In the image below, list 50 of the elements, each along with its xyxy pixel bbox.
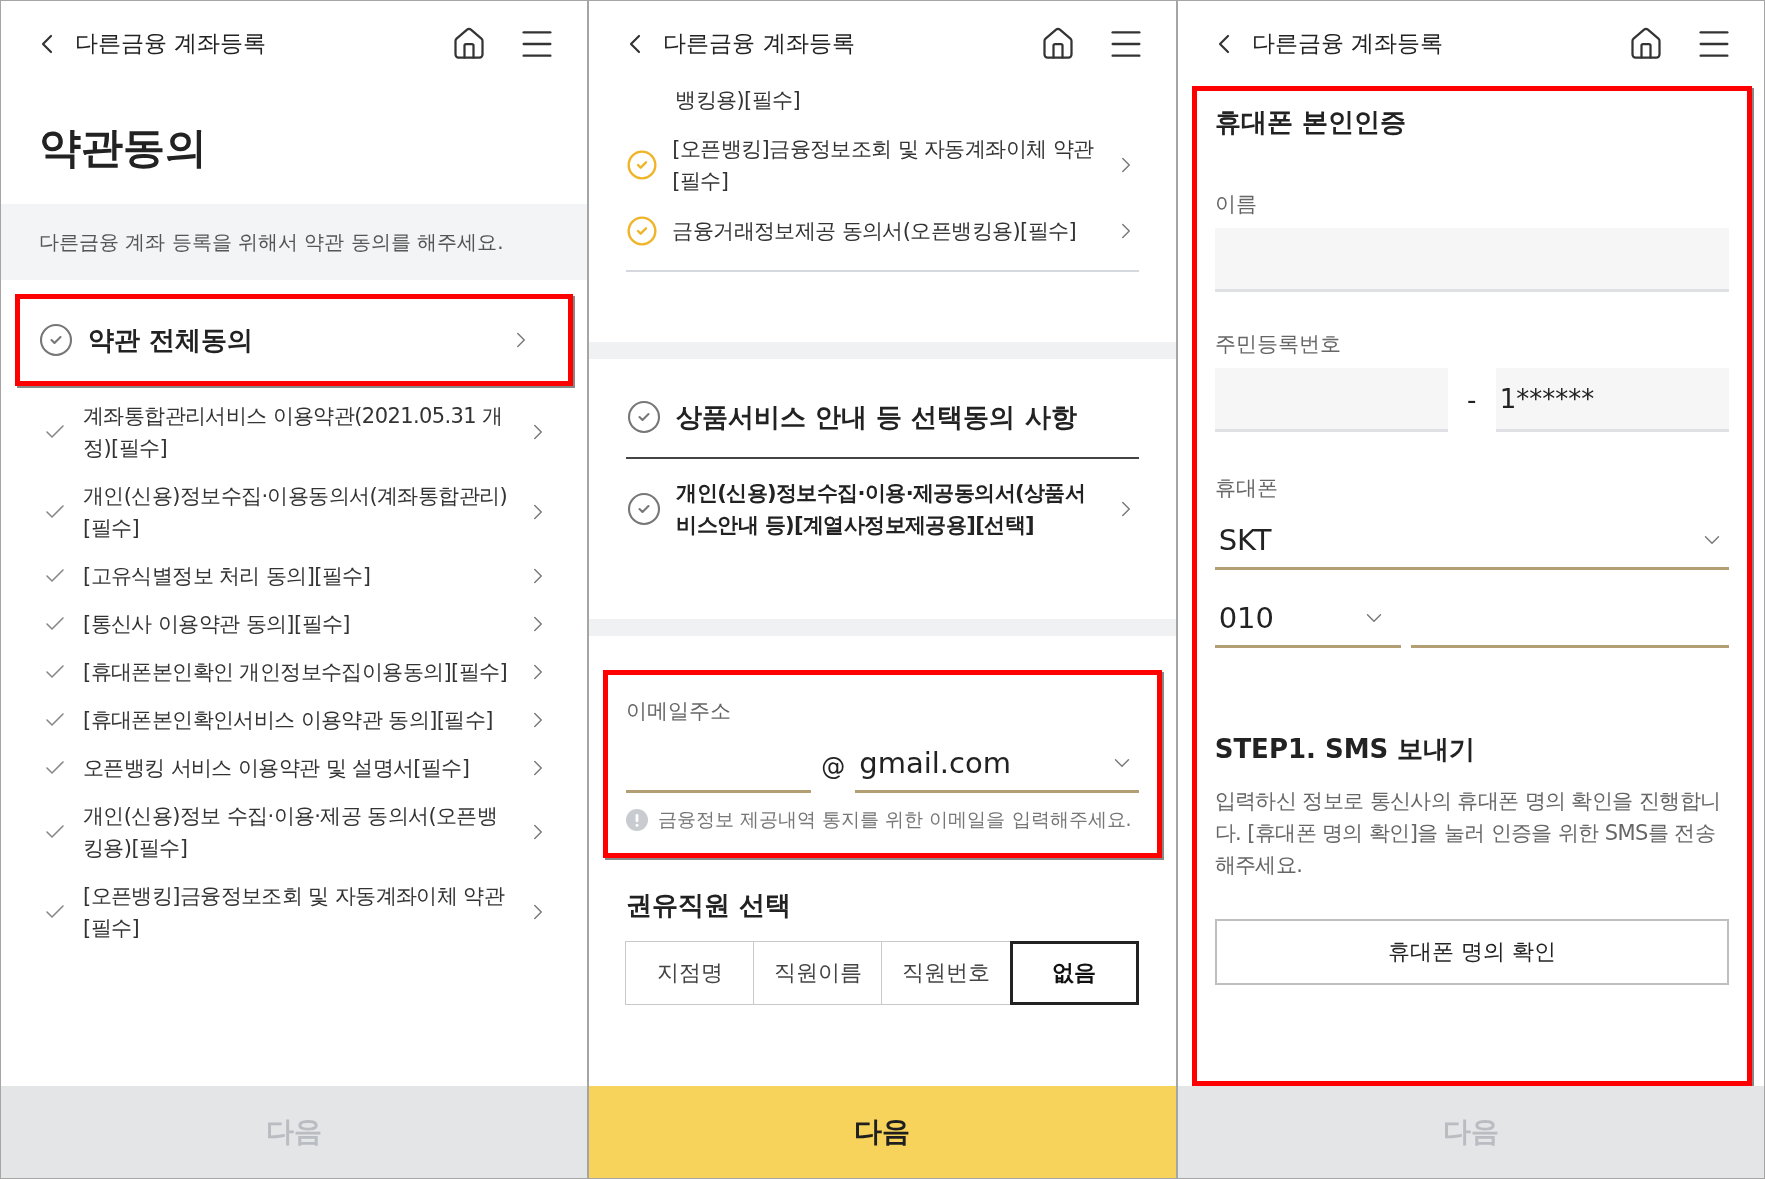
segment-button[interactable]: 직원번호 <box>881 941 1011 1005</box>
name-field[interactable] <box>1214 228 1729 292</box>
terms-item[interactable]: [고유식별정보 처리 동의][필수] <box>83 560 510 592</box>
next-button[interactable]: 다음 <box>589 1086 1176 1178</box>
prefix-select[interactable]: 010 <box>1214 590 1401 648</box>
agree-all-label[interactable]: 약관 전체동의 <box>88 322 495 358</box>
at-sign: @ <box>821 753 846 783</box>
info-icon <box>626 809 649 831</box>
segment-button[interactable]: 없음 <box>1009 941 1139 1005</box>
step-text: 입력하신 정보로 통신사의 휴대폰 명의 확인을 진행합니다. [휴대폰 명의 확인]을 눌러 인증을 위한 SMS를 전송해주세요. <box>1214 788 1722 879</box>
check-circle-icon[interactable] <box>626 149 659 181</box>
terms-item[interactable]: 개인(신용)정보수집·이용동의서(계좌통합관리)[필수] <box>83 480 510 544</box>
terms-item[interactable]: 뱅킹용)[필수] <box>589 86 1176 114</box>
segment-button[interactable]: 지점명 <box>625 941 755 1005</box>
notice-text: 다른금융 계좌 등록을 위해서 약관 동의를 해주세요. <box>1 204 588 280</box>
terms-item[interactable]: [오픈뱅킹]금융정보조회 및 자동계좌이체 약관[필수] <box>672 133 1099 197</box>
field-label: 휴대폰 <box>1214 475 1279 502</box>
terms-item[interactable]: [통신사 이용약관 동의][필수] <box>83 608 510 640</box>
hint-text: 금융정보 제공내역 통지를 위한 이메일을 입력해주세요. <box>658 807 1132 832</box>
header-title: 다른금융 계좌등록 <box>663 29 856 58</box>
section-title: 권유직원 선택 <box>626 889 793 922</box>
group-heading[interactable]: 상품서비스 안내 등 선택동의 사항 <box>676 399 1077 435</box>
dash: - <box>1466 385 1478 415</box>
header-title: 다른금융 계좌등록 <box>75 29 268 58</box>
field-label: 이메일주소 <box>626 698 733 725</box>
terms-item[interactable]: 금융거래정보제공 동의서(오픈뱅킹용)[필수] <box>672 215 1099 247</box>
id-back-field[interactable]: 1****** <box>1495 368 1729 432</box>
terms-item[interactable]: 개인(신용)정보 수집·이용·제공 동의서(오픈뱅킹용)[필수] <box>83 800 510 864</box>
verify-button[interactable]: 휴대폰 명의 확인 <box>1214 919 1729 985</box>
check-circle-icon[interactable] <box>626 399 663 435</box>
home-icon[interactable] <box>1628 25 1664 62</box>
form-title: 휴대폰 본인인증 <box>1214 106 1407 139</box>
header-title: 다른금융 계좌등록 <box>1251 29 1444 58</box>
terms-item[interactable]: 계좌통합관리서비스 이용약관(2021.05.31 개정)[필수] <box>83 400 510 464</box>
terms-item[interactable]: [휴대폰본인확인서비스 이용약관 동의][필수] <box>83 704 510 736</box>
terms-item[interactable]: [휴대폰본인확인 개인정보수집이용동의][필수] <box>83 656 510 688</box>
page-title: 약관동의 <box>38 122 208 174</box>
terms-item[interactable]: 개인(신용)정보수집·이용·제공동의서(상품서비스안내 등)[계열사정보제공용][선택] <box>676 477 1099 541</box>
id-front-field[interactable] <box>1214 368 1448 432</box>
field-label: 주민등록번호 <box>1214 331 1342 358</box>
segment-button[interactable]: 직원이름 <box>753 941 883 1005</box>
check-circle-icon[interactable] <box>626 215 659 247</box>
check-circle-icon[interactable] <box>626 491 663 527</box>
step-title: STEP1. SMS 보내기 <box>1214 733 1477 766</box>
check-circle-icon[interactable] <box>38 322 74 358</box>
carrier-select[interactable]: SKT <box>1214 512 1729 570</box>
field-label: 이름 <box>1214 191 1258 218</box>
domain-select[interactable]: gmail.com <box>855 735 1139 793</box>
terms-item[interactable]: [오픈뱅킹]금융정보조회 및 자동계좌이체 약관[필수] <box>83 880 510 944</box>
terms-item[interactable]: 오픈뱅킹 서비스 이용약관 및 설명서[필수] <box>83 752 510 784</box>
